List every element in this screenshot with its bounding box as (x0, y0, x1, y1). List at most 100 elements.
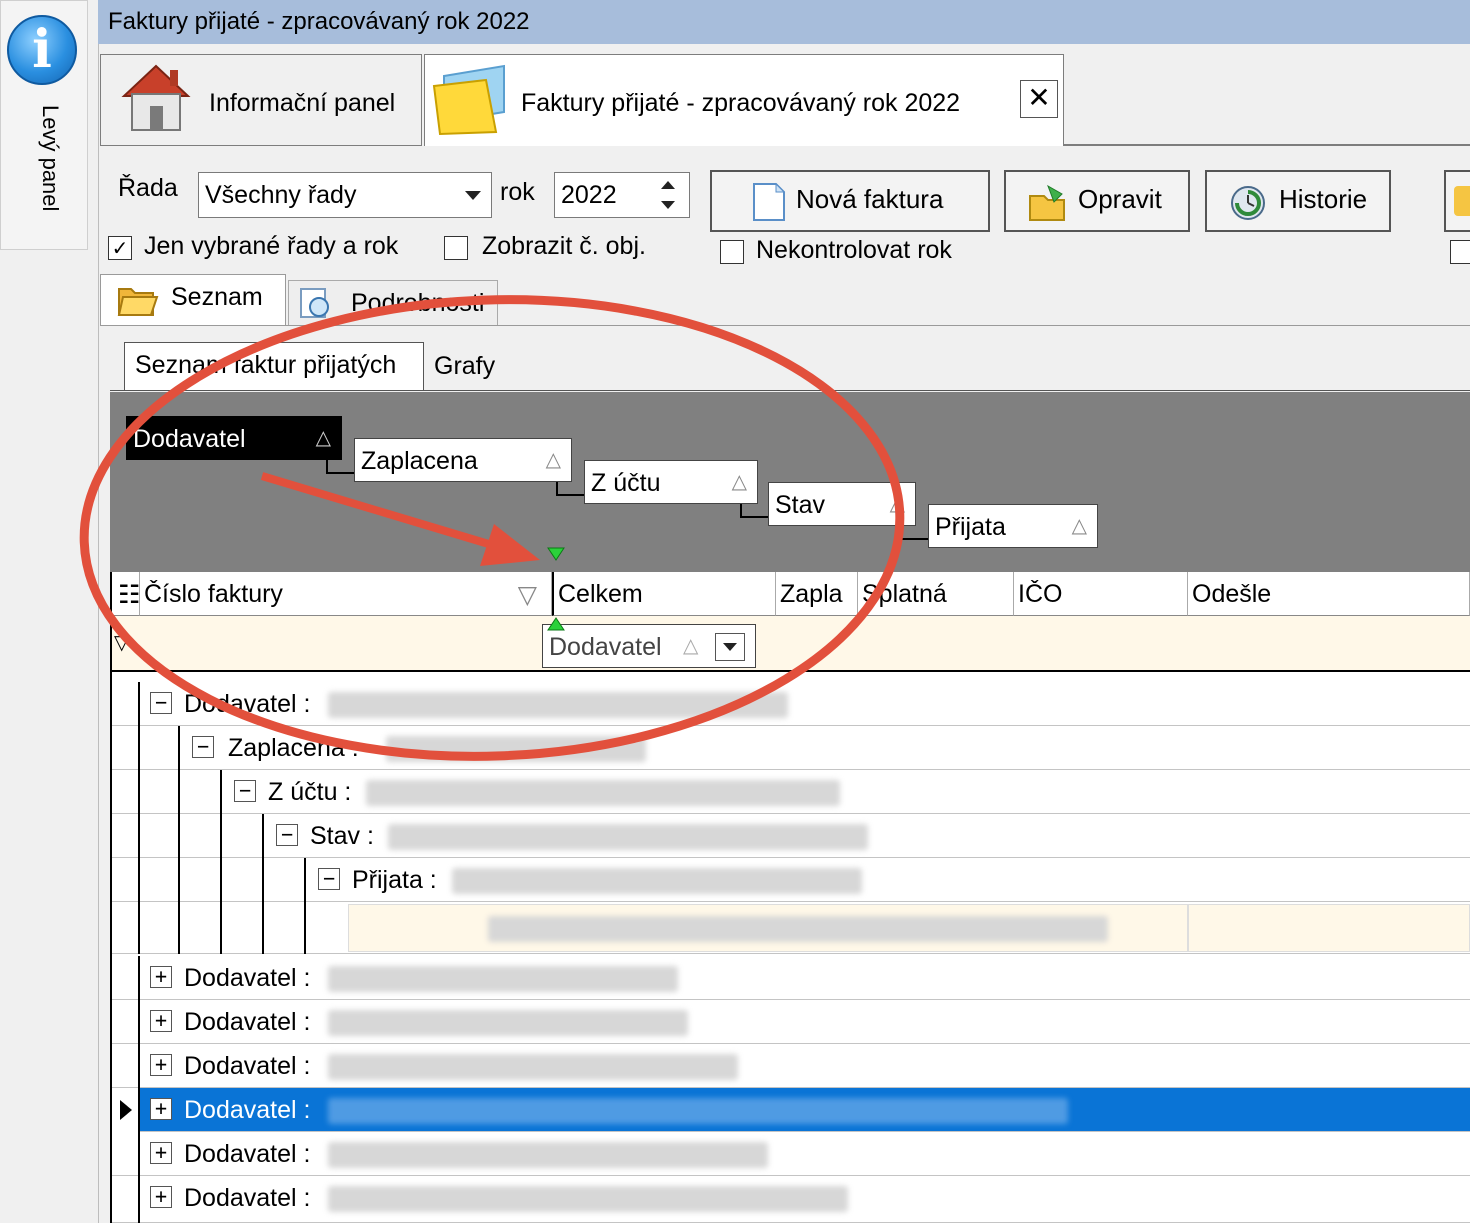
redacted-value (488, 916, 1108, 942)
group-row-label: Dodavatel : (184, 1184, 311, 1212)
redacted-value (366, 780, 840, 806)
tab-details-label: Podrobnosti (351, 289, 485, 317)
rada-select-value: Všechny řady (205, 181, 357, 209)
collapse-icon[interactable]: − (276, 824, 298, 846)
tab-info-label: Informační panel (209, 89, 396, 117)
group-row-label: Dodavatel : (184, 690, 311, 718)
document-icon (753, 182, 786, 221)
group-row[interactable]: + Dodavatel : (112, 1044, 1470, 1088)
group-row[interactable]: − Z účtu : (112, 770, 1470, 814)
table-row[interactable] (112, 902, 1470, 954)
new-invoice-button[interactable]: Nová faktura (710, 170, 990, 232)
expand-icon[interactable]: + (150, 1186, 172, 1208)
history-icon (1231, 186, 1265, 220)
close-tab-button[interactable]: ✕ (1020, 80, 1058, 118)
group-row-label: Dodavatel : (184, 1140, 311, 1168)
chevron-down-icon[interactable] (715, 633, 745, 661)
group-row[interactable]: − Stav : (112, 814, 1470, 858)
redacted-value (328, 1142, 768, 1168)
rada-select[interactable]: Všechny řady (198, 172, 492, 218)
filter-icon: ▽ (114, 632, 130, 654)
group-chip-dodavatel[interactable]: Dodavatel △ (126, 416, 342, 460)
chevron-down-icon (465, 191, 481, 200)
tab-details[interactable]: Podrobnosti (288, 280, 498, 326)
column-header-sent[interactable]: Odešle (1188, 572, 1470, 616)
no-check-year-label: Nekontrolovat rok (756, 236, 952, 264)
left-panel-toggle[interactable]: i Levý panel (0, 0, 88, 250)
column-header-invoice-number[interactable]: Číslo faktury ▽ (140, 572, 552, 616)
filter-row[interactable]: ▽ (112, 616, 1470, 672)
group-row[interactable]: + Dodavatel : (112, 1000, 1470, 1044)
group-by-panel[interactable]: Dodavatel △ Zaplacena △ Z účtu △ Stav △ Přij… (110, 392, 1470, 572)
expand-icon[interactable]: + (150, 1098, 172, 1120)
tab-strip-line (1064, 144, 1470, 146)
tab-invoices-received[interactable]: Faktury přijaté - zpracovávaný rok 2022 (424, 54, 1064, 146)
dragged-column-dodavatel[interactable]: Dodavatel △ (542, 624, 756, 668)
group-chip-zaplacena[interactable]: Zaplacena △ (354, 438, 572, 482)
column-header-total[interactable]: Celkem (552, 572, 776, 616)
group-row-label: Stav : (310, 822, 374, 850)
rada-label: Řada (118, 174, 178, 202)
group-row[interactable]: + Dodavatel : (112, 1176, 1470, 1223)
tab-invoice-list-label: Seznam faktur přijatých (135, 351, 397, 379)
tab-charts-label: Grafy (434, 352, 496, 380)
tab-list[interactable]: Seznam (100, 274, 286, 326)
edit-button[interactable]: Opravit (1004, 170, 1190, 232)
tab-charts[interactable]: Grafy (426, 346, 502, 388)
tab-invoices-label: Faktury přijaté - zpracovávaný rok 2022 (521, 89, 961, 117)
column-header-paid[interactable]: Zapla (776, 572, 858, 616)
year-stepper[interactable]: 2022 (554, 172, 690, 218)
collapse-icon[interactable]: − (318, 868, 340, 890)
expand-icon[interactable]: + (150, 1010, 172, 1032)
group-row[interactable]: + Dodavatel : (112, 1132, 1470, 1176)
window-title-bar: Faktury přijaté - zpracovávaný rok 2022 (98, 0, 1470, 44)
show-order-checkbox[interactable] (444, 236, 468, 260)
group-row-selected[interactable]: + Dodavatel : (112, 1088, 1470, 1132)
history-button[interactable]: Historie (1205, 170, 1391, 232)
no-check-year-checkbox[interactable] (720, 240, 744, 264)
spin-up-icon[interactable] (661, 181, 675, 189)
folder-icon (432, 64, 505, 136)
collapse-icon[interactable]: − (192, 736, 214, 758)
only-selected-label: Jen vybrané řady a rok (144, 232, 399, 260)
group-chip-z-uctu[interactable]: Z účtu △ (584, 460, 758, 504)
only-selected-checkbox[interactable]: ✓ (108, 236, 132, 260)
redacted-value (388, 824, 868, 850)
group-row[interactable]: − Přijata : (112, 858, 1470, 902)
history-label: Historie (1279, 184, 1368, 214)
group-connector (326, 460, 356, 474)
invoice-row-cell-sent[interactable] (1188, 904, 1470, 952)
collapse-icon[interactable]: − (234, 780, 256, 802)
group-row[interactable]: − Dodavatel : (112, 682, 1470, 726)
inner-tabs-line (110, 390, 1470, 391)
tab-invoice-list[interactable]: Seznam faktur přijatých (124, 342, 424, 390)
row-pointer-icon (120, 1100, 132, 1120)
expand-icon[interactable]: + (150, 1054, 172, 1076)
group-chip-stav[interactable]: Stav △ (768, 482, 916, 526)
edit-label: Opravit (1078, 184, 1162, 214)
expand-icon[interactable]: + (150, 966, 172, 988)
redacted-value (452, 868, 862, 894)
column-chooser-icon[interactable]: ☷ (112, 572, 140, 616)
spin-down-icon[interactable] (661, 201, 675, 209)
group-row[interactable]: + Dodavatel : (112, 956, 1470, 1000)
group-connector (900, 526, 930, 540)
view-tabs-line (100, 325, 1470, 326)
group-row-label: Dodavatel : (184, 1096, 311, 1124)
rok-label: rok (500, 178, 535, 206)
column-header-ico[interactable]: IČO (1014, 572, 1188, 616)
group-row-label: Dodavatel : (184, 1008, 311, 1036)
tab-list-label: Seznam (171, 283, 263, 311)
redacted-value (328, 1186, 848, 1212)
expand-icon[interactable]: + (150, 1142, 172, 1164)
group-row[interactable]: − Zaplacena : (112, 726, 1470, 770)
group-row-label: Zaplacena : (228, 734, 359, 762)
group-chip-prijata[interactable]: Přijata △ (928, 504, 1098, 548)
more-button[interactable] (1444, 170, 1470, 232)
redacted-value (328, 1098, 1068, 1124)
collapse-icon[interactable]: − (150, 692, 172, 714)
extra-checkbox[interactable] (1450, 240, 1470, 264)
window-title: Faktury přijaté - zpracovávaný rok 2022 (108, 8, 530, 35)
column-header-due[interactable]: Splatná (858, 572, 1014, 616)
redacted-value (328, 1054, 738, 1080)
